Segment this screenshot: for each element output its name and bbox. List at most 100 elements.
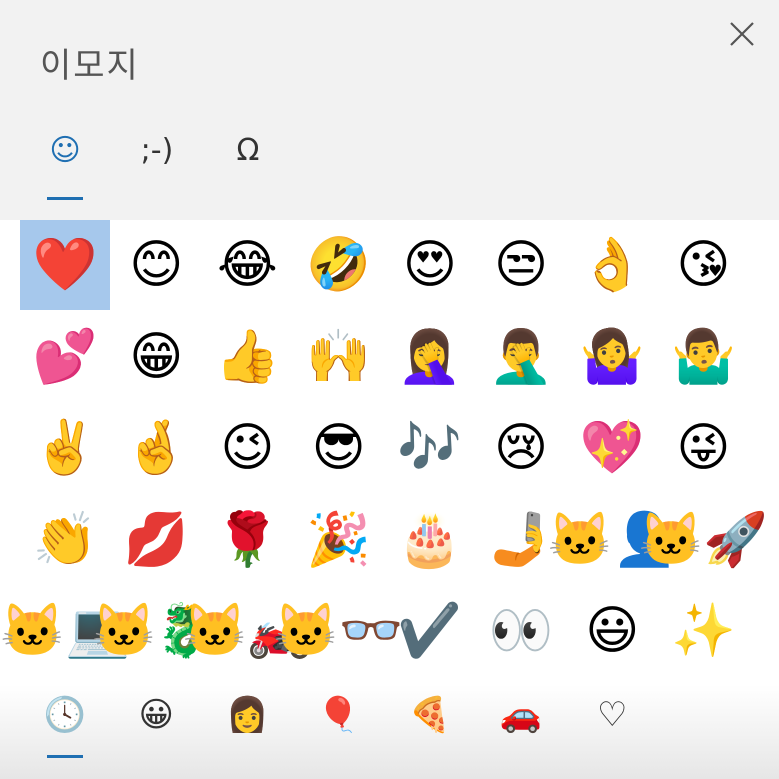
emoji-glyph: 😘	[676, 235, 731, 295]
close-button[interactable]	[722, 16, 762, 56]
emoji-cell[interactable]: 🤦‍♂️	[476, 312, 566, 402]
emoji-glyph: 💖	[579, 418, 645, 478]
tab-emoji-icon: ☺	[49, 132, 81, 168]
emoji-glyph: 🤣	[306, 235, 371, 295]
emoji-glyph: 🎶	[397, 418, 463, 478]
emoji-glyph: 🤞	[123, 418, 189, 478]
emoji-glyph: 😍	[402, 235, 457, 295]
category-symbols[interactable]: ♡	[582, 685, 642, 779]
category-celebration-icon: 🎈	[317, 695, 360, 735]
emoji-cell[interactable]: 💖	[567, 403, 657, 493]
category-symbols-icon: ♡	[596, 695, 628, 735]
category-bar: 🕓 😀 👩 🎈 🍕 🚗 ♡	[0, 685, 779, 779]
category-recent[interactable]: 🕓	[35, 685, 95, 779]
emoji-glyph: 👌	[579, 235, 645, 295]
tab-underline	[47, 197, 83, 200]
category-people[interactable]: 👩	[217, 685, 277, 779]
category-underline	[503, 755, 539, 758]
emoji-glyph: 😜	[676, 418, 731, 478]
category-travel[interactable]: 🚗	[491, 685, 551, 779]
category-recent-icon: 🕓	[43, 695, 87, 735]
emoji-glyph: 😉	[220, 418, 275, 478]
emoji-cell[interactable]: 😁	[111, 312, 201, 402]
emoji-glyph: 👍	[215, 326, 280, 387]
emoji-cell[interactable]: 🎶	[385, 403, 475, 493]
emoji-glyph: ✨	[671, 601, 736, 661]
category-underline	[229, 755, 265, 758]
tab-kaomoji[interactable]: ;-)	[122, 120, 192, 200]
emoji-cell[interactable]: 🤣	[294, 220, 384, 310]
emoji-glyph: 🐱‍🚀	[638, 509, 769, 570]
emoji-panel: 이모지 ☺ ;-) Ω ❤️ 😊 😂 🤣 😍 😒 👌 😘 💕 😁 👍 🙌 🤦‍♀️ 🤦‍♂️ 🤷‍♀️ 🤷‍♂️ ✌…	[0, 0, 779, 779]
emoji-cell[interactable]: 😉	[202, 403, 292, 493]
category-smileys[interactable]: 😀	[126, 685, 186, 779]
tab-symbols-icon: Ω	[236, 132, 260, 168]
category-food[interactable]: 🍕	[400, 685, 460, 779]
emoji-glyph: 😎	[311, 418, 366, 478]
category-underline	[594, 755, 630, 758]
emoji-cell[interactable]: 😘	[658, 220, 748, 310]
emoji-cell[interactable]: 😊	[111, 220, 201, 310]
emoji-glyph: 😒	[493, 235, 549, 295]
emoji-glyph: 🤦‍♂️	[488, 326, 554, 387]
emoji-cell[interactable]: 👀	[476, 586, 566, 676]
emoji-cell[interactable]: ✌️	[20, 403, 110, 493]
mode-tabs: ☺ ;-) Ω	[0, 120, 779, 200]
emoji-cell[interactable]: 💋	[111, 495, 201, 585]
emoji-glyph: 😂	[217, 235, 278, 295]
emoji-cell[interactable]: 😜	[658, 403, 748, 493]
panel-title: 이모지	[40, 46, 140, 86]
emoji-cell[interactable]: 🎂	[385, 495, 475, 585]
emoji-cell[interactable]: 😂	[202, 220, 292, 310]
emoji-glyph: 🤷‍♂️	[671, 326, 736, 387]
emoji-glyph: ❤️	[32, 235, 98, 295]
category-food-icon: 🍕	[408, 695, 451, 735]
emoji-cell[interactable]: 🤦‍♀️	[385, 312, 475, 402]
emoji-glyph: 👏	[32, 509, 98, 570]
emoji-cell[interactable]: 🐱‍👓	[274, 586, 404, 676]
emoji-cell[interactable]: ✨	[658, 586, 748, 676]
emoji-glyph: 😃	[585, 601, 640, 661]
panel-header: 이모지 ☺ ;-) Ω	[0, 0, 779, 220]
emoji-glyph: 💋	[123, 509, 189, 570]
emoji-glyph: 😢	[493, 418, 549, 478]
emoji-cell[interactable]: 😢	[476, 403, 566, 493]
emoji-cell[interactable]: 😃	[567, 586, 657, 676]
emoji-glyph: 😊	[129, 235, 184, 295]
emoji-glyph: 🤦‍♀️	[397, 326, 463, 387]
emoji-grid: ❤️ 😊 😂 🤣 😍 😒 👌 😘 💕 😁 👍 🙌 🤦‍♀️ 🤦‍♂️ 🤷‍♀️ 🤷‍♂️ ✌️ 🤞 😉 😎 🎶 😢 💖 😜 👏 💋…	[0, 220, 769, 680]
emoji-cell[interactable]: 🤷‍♂️	[658, 312, 748, 402]
tab-symbols[interactable]: Ω	[213, 120, 283, 200]
category-people-icon: 👩	[226, 695, 269, 735]
category-celebration[interactable]: 🎈	[309, 685, 369, 779]
emoji-glyph: ✔️	[397, 601, 463, 661]
emoji-cell[interactable]: 🤷‍♀️	[567, 312, 657, 402]
emoji-cell[interactable]: 👌	[567, 220, 657, 310]
emoji-glyph: 💕	[32, 326, 98, 387]
emoji-glyph: 🎂	[397, 509, 463, 570]
emoji-cell[interactable]: 🙌	[294, 312, 384, 402]
emoji-cell[interactable]: ❤️	[20, 220, 110, 310]
emoji-cell[interactable]: 👏	[20, 495, 110, 585]
emoji-glyph: ✌️	[32, 418, 98, 478]
emoji-cell[interactable]: 😒	[476, 220, 566, 310]
close-icon	[728, 20, 756, 52]
emoji-glyph: 😁	[129, 326, 184, 387]
category-underline	[138, 755, 174, 758]
emoji-cell[interactable]: 🎉	[294, 495, 384, 585]
tab-underline	[230, 197, 266, 200]
emoji-cell[interactable]: 👍	[202, 312, 292, 402]
tab-emoji[interactable]: ☺	[30, 120, 100, 200]
emoji-cell[interactable]: 🌹	[202, 495, 292, 585]
emoji-glyph: 🤷‍♀️	[579, 326, 645, 387]
emoji-glyph: 👀	[488, 601, 554, 661]
category-smileys-icon: 😀	[138, 695, 174, 735]
emoji-cell[interactable]: 😎	[294, 403, 384, 493]
emoji-cell[interactable]: 😍	[385, 220, 475, 310]
emoji-cell[interactable]: 💕	[20, 312, 110, 402]
emoji-cell[interactable]: 🐱‍🚀	[639, 495, 769, 585]
emoji-glyph: 🎉	[306, 509, 371, 570]
emoji-cell[interactable]: 🤞	[111, 403, 201, 493]
category-underline	[412, 755, 448, 758]
emoji-cell[interactable]: ✔️	[385, 586, 475, 676]
